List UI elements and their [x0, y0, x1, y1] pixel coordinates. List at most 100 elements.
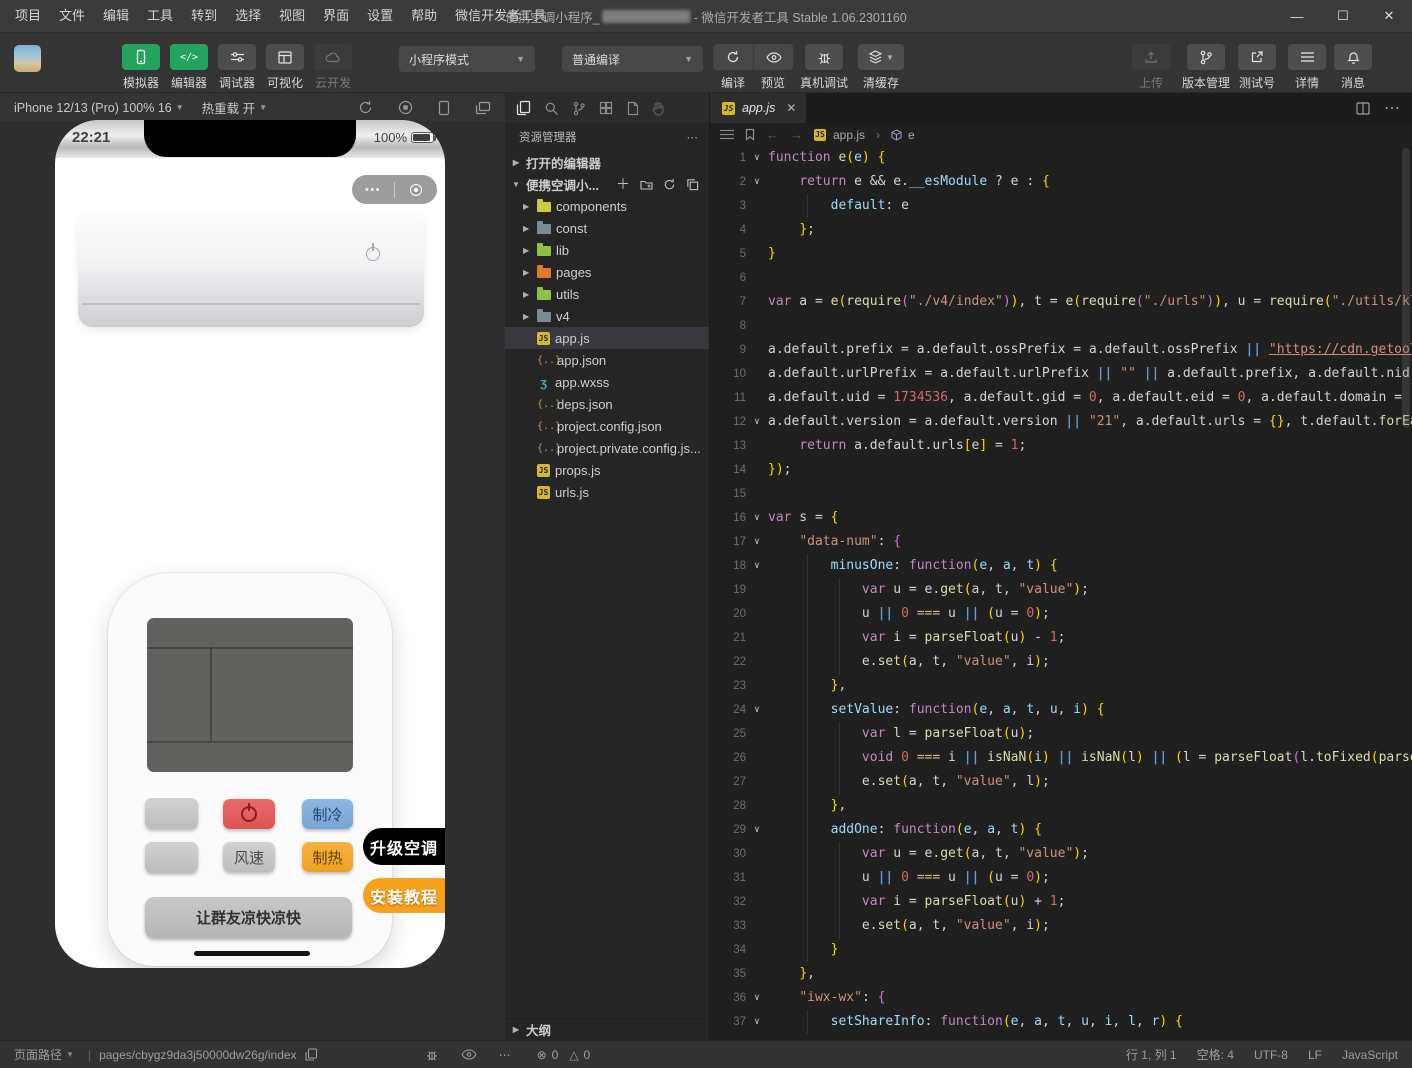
code-line-23[interactable]: 23 }, — [710, 674, 1412, 698]
code-line-18[interactable]: 18∨ minusOne: function(e, a, t) { — [710, 554, 1412, 578]
encoding[interactable]: UTF-8 — [1254, 1048, 1288, 1062]
menu-item-1[interactable]: 文件 — [50, 0, 94, 32]
remote-cool-button[interactable]: 制冷 — [302, 799, 353, 829]
more-actions-icon[interactable]: ⋯ — [1384, 98, 1400, 118]
share-button[interactable]: 让群友凉快凉快 — [145, 897, 352, 938]
device-debug-button[interactable]: 真机调试 — [796, 44, 852, 91]
breadcrumb-symbol[interactable]: e — [908, 128, 915, 142]
fold-chevron-icon[interactable]: ∨ — [746, 1010, 768, 1034]
collapse-all-icon[interactable] — [686, 178, 699, 191]
more-actions-icon[interactable]: ⋯ — [687, 130, 700, 144]
debugger-toggle-button[interactable]: 调试器 — [214, 44, 260, 91]
code-line-26[interactable]: 26 void 0 === i || isNaN(i) || isNaN(l) … — [710, 746, 1412, 770]
code-line-16[interactable]: 16∨var s = { — [710, 506, 1412, 530]
file-item-app.json[interactable]: {..}app.json — [505, 349, 709, 371]
menu-item-2[interactable]: 编辑 — [94, 0, 138, 32]
device-frame-icon[interactable] — [438, 100, 450, 116]
folder-item-pages[interactable]: ▶pages — [505, 261, 709, 283]
language-mode[interactable]: JavaScript — [1342, 1048, 1398, 1062]
code-line-32[interactable]: 32 var i = parseFloat(u) + 1; — [710, 890, 1412, 914]
fold-chevron-icon[interactable]: ∨ — [746, 170, 768, 194]
file-item-props.js[interactable]: JSprops.js — [505, 459, 709, 481]
mode-select[interactable]: 小程序模式 ▼ — [399, 46, 535, 72]
preview-eye-icon[interactable] — [461, 1049, 477, 1060]
maximize-button[interactable]: ☐ — [1320, 0, 1366, 32]
outline-section[interactable]: ▶ 大纲 — [505, 1018, 709, 1040]
menu-item-3[interactable]: 工具 — [138, 0, 182, 32]
code-line-21[interactable]: 21 var i = parseFloat(u) - 1; — [710, 626, 1412, 650]
editor-scrollbar[interactable] — [1402, 148, 1410, 428]
source-control-icon[interactable] — [572, 101, 586, 116]
cloud-dev-button[interactable]: 云开发 — [310, 44, 356, 91]
code-line-10[interactable]: 10a.default.urlPrefix = a.default.urlPre… — [710, 362, 1412, 386]
minimize-button[interactable]: — — [1274, 0, 1320, 32]
menu-item-6[interactable]: 视图 — [270, 0, 314, 32]
code-area[interactable]: 1∨function e(e) {2∨ return e && e.__esMo… — [710, 146, 1412, 1040]
code-line-1[interactable]: 1∨function e(e) { — [710, 146, 1412, 170]
close-button[interactable]: ✕ — [1366, 0, 1412, 32]
remote-blank-button-2[interactable] — [145, 842, 198, 873]
code-line-28[interactable]: 28 }, — [710, 794, 1412, 818]
files-icon[interactable] — [516, 100, 531, 116]
problems-indicator[interactable]: ⊗ 0 △ 0 — [537, 1048, 591, 1062]
open-editors-section[interactable]: ▶ 打开的编辑器 — [505, 151, 709, 173]
menu-item-7[interactable]: 界面 — [314, 0, 358, 32]
compile-button[interactable] — [713, 44, 753, 70]
upgrade-ac-badge[interactable]: 升级空调 — [363, 828, 445, 865]
code-line-19[interactable]: 19 var u = e.get(a, t, "value"); — [710, 578, 1412, 602]
code-line-24[interactable]: 24∨ setValue: function(e, a, t, u, i) { — [710, 698, 1412, 722]
menu-item-5[interactable]: 选择 — [226, 0, 270, 32]
remote-fan-button[interactable]: 风速 — [223, 842, 275, 872]
page-path-value[interactable]: pages/cbygz9da3j50000dw26g/index — [99, 1048, 297, 1062]
code-line-14[interactable]: 14}); — [710, 458, 1412, 482]
menu-item-0[interactable]: 项目 — [6, 0, 50, 32]
code-line-9[interactable]: 9a.default.prefix = a.default.ossPrefix … — [710, 338, 1412, 362]
code-line-12[interactable]: 12∨a.default.version = a.default.version… — [710, 410, 1412, 434]
version-control-button[interactable]: 版本管理 — [1182, 44, 1230, 91]
back-arrow-icon[interactable]: ← — [766, 127, 779, 142]
folder-item-lib[interactable]: ▶lib — [505, 239, 709, 261]
hand-icon[interactable] — [652, 101, 665, 116]
page-path-label[interactable]: 页面路径 — [14, 1046, 62, 1063]
code-line-29[interactable]: 29∨ addOne: function(e, a, t) { — [710, 818, 1412, 842]
fold-chevron-icon[interactable]: ∨ — [746, 698, 768, 722]
close-tab-icon[interactable]: ✕ — [786, 101, 796, 115]
fold-chevron-icon[interactable]: ∨ — [746, 818, 768, 842]
folder-item-utils[interactable]: ▶utils — [505, 283, 709, 305]
code-line-8[interactable]: 8 — [710, 314, 1412, 338]
indentation[interactable]: 空格: 4 — [1197, 1046, 1234, 1063]
multi-window-icon[interactable] — [475, 101, 491, 115]
fold-chevron-icon[interactable]: ∨ — [746, 410, 768, 434]
search-icon[interactable] — [544, 101, 559, 116]
exit-target-icon[interactable] — [395, 184, 437, 196]
code-line-25[interactable]: 25 var l = parseFloat(u); — [710, 722, 1412, 746]
code-line-36[interactable]: 36∨ "iwx-wx": { — [710, 986, 1412, 1010]
folder-item-v4[interactable]: ▶v4 — [505, 305, 709, 327]
folder-item-components[interactable]: ▶components — [505, 195, 709, 217]
eol[interactable]: LF — [1308, 1048, 1322, 1062]
code-line-31[interactable]: 31 u || 0 === u || (u = 0); — [710, 866, 1412, 890]
extensions-icon[interactable] — [599, 101, 614, 116]
copy-path-icon[interactable] — [305, 1048, 317, 1061]
code-line-35[interactable]: 35 }, — [710, 962, 1412, 986]
user-avatar[interactable] — [14, 45, 41, 72]
code-line-30[interactable]: 30 var u = e.get(a, t, "value"); — [710, 842, 1412, 866]
file-item-app.js[interactable]: JSapp.js — [505, 327, 709, 349]
file-item-urls.js[interactable]: JSurls.js — [505, 481, 709, 503]
remote-heat-button[interactable]: 制热 — [302, 842, 353, 872]
code-line-15[interactable]: 15 — [710, 482, 1412, 506]
debug-icon[interactable] — [425, 1048, 439, 1062]
outline-list-icon[interactable] — [720, 129, 734, 140]
file-item-deps.json[interactable]: {..}deps.json — [505, 393, 709, 415]
code-line-37[interactable]: 37∨ setShareInfo: function(e, a, t, u, i… — [710, 1010, 1412, 1034]
file-icon[interactable] — [627, 101, 639, 116]
compile-mode-select[interactable]: 普通编译 ▼ — [562, 46, 703, 72]
visualization-toggle-button[interactable]: 可视化 — [262, 44, 308, 91]
preview-button[interactable] — [753, 44, 793, 70]
code-line-3[interactable]: 3 default: e — [710, 194, 1412, 218]
new-file-icon[interactable]: ＋ — [616, 174, 630, 194]
details-button[interactable]: 详情 — [1284, 44, 1330, 91]
split-editor-icon[interactable] — [1356, 102, 1370, 115]
fold-chevron-icon[interactable]: ∨ — [746, 986, 768, 1010]
new-folder-icon[interactable] — [640, 179, 653, 190]
